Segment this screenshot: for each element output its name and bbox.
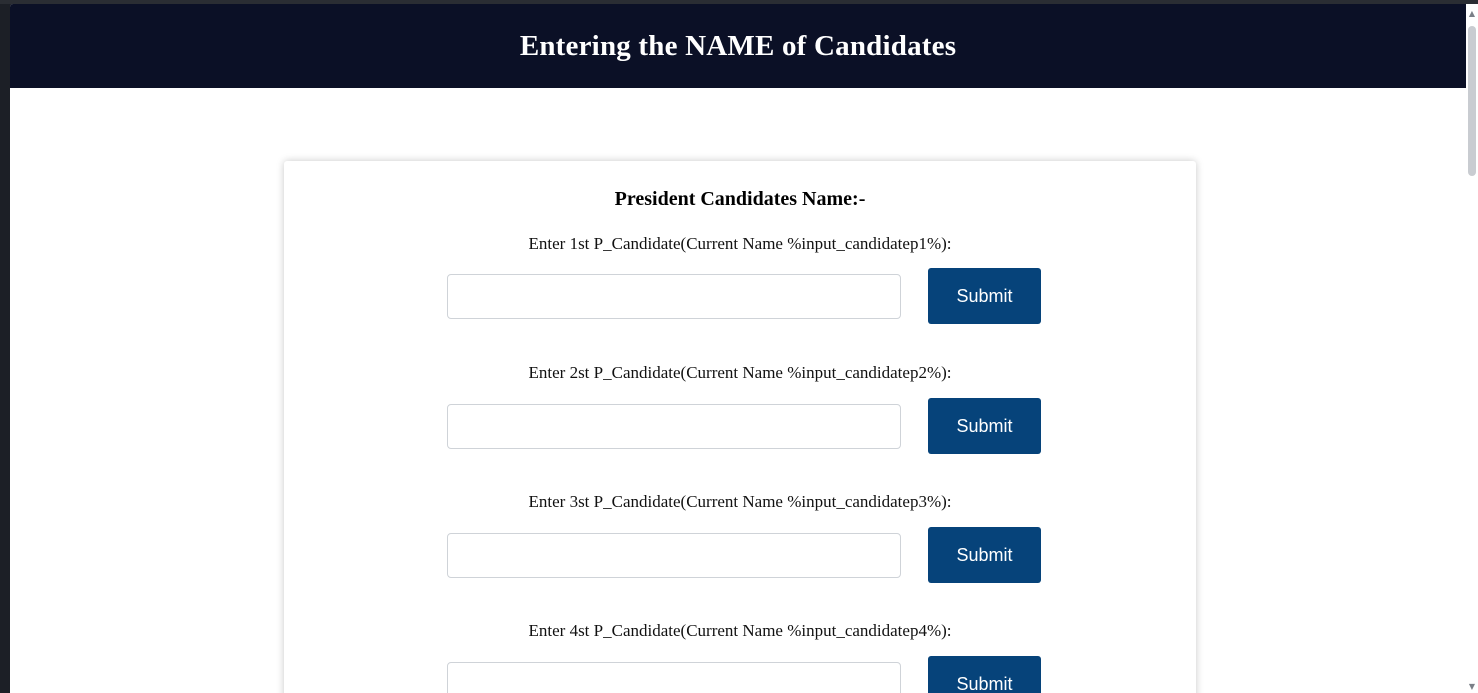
candidate-2-label: Enter 2st P_Candidate(Current Name %inpu…: [528, 363, 952, 382]
chevron-up-icon[interactable]: ▲: [1468, 10, 1476, 18]
candidates-form-card: President Candidates Name:- Enter 1st P_…: [284, 161, 1196, 693]
browser-viewport: Entering the NAME of Candidates Presiden…: [10, 4, 1466, 693]
candidate-4-submit-button[interactable]: Submit: [928, 656, 1041, 693]
candidate-3-label: Enter 3st P_Candidate(Current Name %inpu…: [528, 492, 952, 511]
page-title: Entering the NAME of Candidates: [519, 29, 957, 62]
card-title: President Candidates Name:-: [614, 188, 866, 210]
candidate-3-submit-button[interactable]: Submit: [928, 527, 1041, 583]
candidate-4-input[interactable]: [447, 662, 901, 693]
candidate-3-input[interactable]: [447, 533, 901, 578]
scrollbar-thumb[interactable]: [1468, 26, 1476, 176]
candidate-2-submit-button[interactable]: Submit: [928, 398, 1041, 454]
candidate-4-label: Enter 4st P_Candidate(Current Name %inpu…: [528, 621, 952, 640]
candidate-2-input[interactable]: [447, 404, 901, 449]
chevron-down-icon[interactable]: ▼: [1468, 683, 1476, 691]
vertical-scrollbar[interactable]: ▲ ▼: [1466, 4, 1478, 693]
candidate-1-input[interactable]: [447, 274, 901, 319]
page-header: Entering the NAME of Candidates: [10, 4, 1466, 88]
candidate-1-label: Enter 1st P_Candidate(Current Name %inpu…: [528, 234, 952, 253]
candidate-1-submit-button[interactable]: Submit: [928, 268, 1041, 324]
